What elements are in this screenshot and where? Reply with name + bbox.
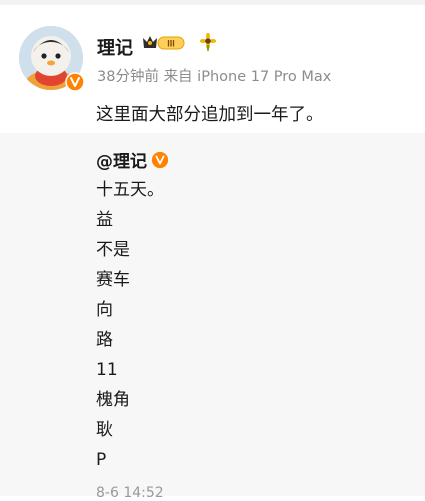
- repost-line: P: [96, 450, 107, 470]
- sunflower-icon[interactable]: [198, 32, 218, 52]
- repost-line: 11: [96, 360, 118, 380]
- repost-line: 赛车: [96, 270, 130, 290]
- level-crown-icon[interactable]: III: [140, 32, 188, 52]
- repost-line: 益: [96, 210, 113, 230]
- repost-line: 耿: [96, 420, 113, 440]
- repost-line: 槐角: [96, 390, 130, 410]
- repost-timestamp: 8-6 14:52: [96, 485, 164, 501]
- source-device[interactable]: iPhone 17 Pro Max: [197, 69, 331, 85]
- repost-line: 不是: [96, 240, 130, 260]
- repost-line: 路: [96, 330, 113, 350]
- verified-icon: [65, 72, 85, 92]
- repost-text: 十五天。 益 不是 赛车 向 路 11 槐角 耿 P: [96, 175, 164, 475]
- username[interactable]: 理记: [97, 34, 133, 60]
- repost-author[interactable]: @理记: [96, 147, 169, 172]
- post-time: 38分钟前: [97, 69, 159, 85]
- avatar-container[interactable]: [19, 26, 85, 92]
- level-text: III: [167, 39, 175, 49]
- post-text[interactable]: 这里面大部分追加到一年了。: [96, 101, 324, 126]
- repost-line: 向: [96, 300, 113, 320]
- repost-card[interactable]: @理记 十五天。 益 不是 赛车 向 路 11 槐角 耿 P 8-6 14:52: [0, 133, 425, 501]
- repost-author-name[interactable]: @理记: [96, 147, 147, 172]
- verified-icon: [151, 151, 169, 168]
- source-prefix: 来自: [163, 69, 193, 85]
- repost-line: 十五天。: [96, 180, 164, 200]
- post-card: 理记 III 38分钟前 来自 iPhone 17 Pro Max 这里面大部分…: [0, 5, 425, 133]
- post-meta: 38分钟前 来自 iPhone 17 Pro Max: [97, 65, 331, 86]
